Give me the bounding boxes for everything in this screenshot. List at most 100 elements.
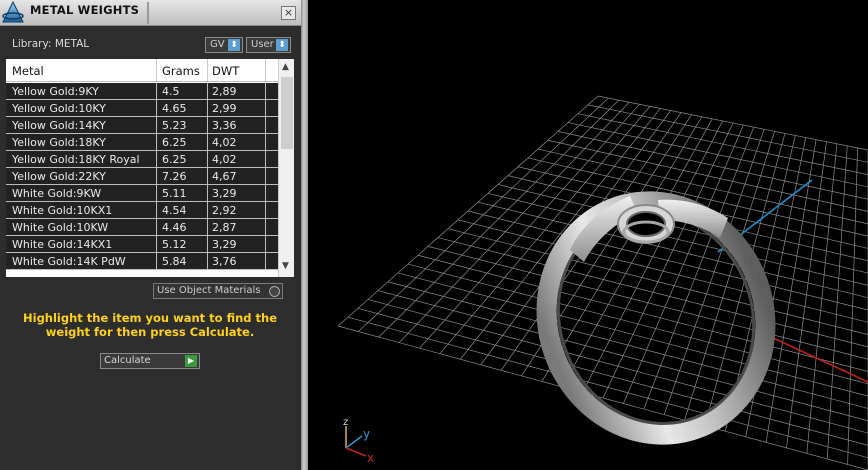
title-separator [147, 2, 149, 24]
dwt-cell: 3,76 [212, 255, 237, 268]
metal-cell: Yellow Gold:14KY [12, 119, 106, 132]
grid-line [387, 281, 868, 409]
grid-line [347, 316, 868, 459]
panel-splitter[interactable] [301, 0, 308, 470]
dwt-cell: 2,89 [212, 85, 237, 98]
column-divider [156, 253, 157, 270]
column-divider [207, 236, 208, 253]
grid-line [806, 143, 838, 454]
column-divider [207, 151, 208, 168]
grid-line [765, 139, 817, 443]
grams-cell: 4.46 [162, 221, 187, 234]
gv-dropdown[interactable]: GV ⬍ [205, 37, 243, 53]
dwt-cell: 2,87 [212, 221, 237, 234]
table-row[interactable]: Yellow Gold:10KY 4.65 2,99 [6, 100, 278, 117]
dropdown-arrow-icon: ⬍ [228, 39, 240, 51]
column-header-dwt[interactable]: DWT [212, 64, 239, 78]
column-divider [156, 134, 157, 151]
table-header: Metal Grams DWT [6, 59, 278, 82]
gizmo-z-label: z [343, 417, 348, 428]
column-divider [207, 168, 208, 185]
library-label: Library: METAL [12, 38, 90, 50]
3d-viewport[interactable]: z y x [308, 0, 868, 470]
grid-line [437, 237, 868, 348]
table-scrollbar[interactable]: ▲ ▼ [278, 59, 294, 277]
table-row[interactable]: Yellow Gold:18KY Royal 6.25 4,02 [6, 151, 278, 168]
column-divider [156, 59, 157, 82]
dwt-cell: 2,92 [212, 204, 237, 217]
column-header-grams[interactable]: Grams [162, 64, 200, 78]
column-divider [265, 83, 266, 100]
metal-table: Metal Grams DWT Yellow Gold:9KY 4.5 2,89 Ye… [6, 59, 294, 277]
table-row[interactable]: White Gold:14K PdW 5.84 3,76 [6, 253, 278, 270]
scroll-up-icon[interactable]: ▲ [282, 62, 289, 72]
column-divider [207, 253, 208, 270]
use-object-materials-toggle[interactable]: Use Object Materials [153, 283, 283, 299]
column-divider [265, 117, 266, 134]
metal-cell: White Gold:14K PdW [12, 255, 126, 268]
grid-line [623, 124, 744, 404]
scroll-down-icon[interactable]: ▼ [282, 261, 289, 271]
column-divider [207, 83, 208, 100]
table-row[interactable]: Yellow Gold:22KY 7.26 4,67 [6, 168, 278, 185]
column-header-metal[interactable]: Metal [12, 64, 44, 78]
gizmo-x-label: x [367, 451, 374, 465]
dwt-cell: 4,02 [212, 153, 237, 166]
grid-line [397, 272, 868, 397]
column-divider [207, 59, 208, 82]
play-arrow-icon: ▶ [185, 355, 197, 367]
dwt-cell: 3,29 [212, 187, 237, 200]
grid-line [786, 141, 827, 448]
table-row[interactable]: White Gold:14KX1 5.12 3,29 [6, 236, 278, 253]
column-divider [156, 202, 157, 219]
table-row[interactable]: White Gold:10KW 4.46 2,87 [6, 219, 278, 236]
ring-model[interactable] [512, 168, 801, 468]
dwt-cell: 3,29 [212, 238, 237, 251]
metal-weights-panel: METAL WEIGHTS × Library: METAL GV ⬍ User… [0, 0, 301, 470]
column-divider [156, 151, 157, 168]
calculate-button[interactable]: Calculate ▶ [100, 353, 200, 369]
grams-cell: 5.84 [162, 255, 187, 268]
column-divider [156, 117, 157, 134]
metal-cell: Yellow Gold:22KY [12, 170, 106, 183]
column-divider [265, 100, 266, 117]
column-divider [156, 100, 157, 117]
user-dropdown[interactable]: User ⬍ [246, 37, 291, 53]
column-divider [156, 236, 157, 253]
column-divider [265, 185, 266, 202]
grams-cell: 6.25 [162, 153, 187, 166]
dwt-cell: 4,02 [212, 136, 237, 149]
column-divider [207, 185, 208, 202]
table-row[interactable]: Yellow Gold:9KY 4.5 2,89 [6, 83, 278, 100]
gizmo-y-label: y [363, 427, 370, 441]
column-divider [265, 59, 266, 82]
metal-cell: White Gold:10KW [12, 221, 109, 234]
axis-gizmo: z y x [343, 417, 374, 465]
instruction-text: Highlight the item you want to find the … [23, 311, 277, 339]
close-button[interactable]: × [281, 6, 296, 20]
metal-cell: Yellow Gold:18KY Royal [12, 153, 140, 166]
table-rows: Yellow Gold:9KY 4.5 2,89 Yellow Gold:10KY 4.… [6, 83, 278, 270]
scroll-thumb[interactable] [281, 77, 293, 149]
dwt-cell: 3,36 [212, 119, 237, 132]
column-divider [207, 117, 208, 134]
grams-cell: 6.25 [162, 136, 187, 149]
user-dropdown-label: User [251, 39, 274, 50]
grid-line [407, 263, 868, 385]
column-divider [265, 168, 266, 185]
metal-cell: Yellow Gold:18KY [12, 136, 106, 149]
toggle-icon [269, 286, 280, 297]
dropdown-arrow-icon: ⬍ [276, 39, 288, 51]
panel-titlebar: METAL WEIGHTS × [0, 0, 301, 26]
metal-cell: White Gold:9KW [12, 187, 102, 200]
column-divider [265, 202, 266, 219]
table-row[interactable]: Yellow Gold:14KY 5.23 3,36 [6, 117, 278, 134]
grams-cell: 5.23 [162, 119, 187, 132]
table-row[interactable]: White Gold:10KX1 4.54 2,92 [6, 202, 278, 219]
column-divider [265, 151, 266, 168]
table-row[interactable]: Yellow Gold:18KY 6.25 4,02 [6, 134, 278, 151]
table-row[interactable]: White Gold:9KW 5.11 3,29 [6, 185, 278, 202]
panel-title: METAL WEIGHTS [30, 3, 140, 17]
column-divider [156, 185, 157, 202]
column-divider [265, 134, 266, 151]
